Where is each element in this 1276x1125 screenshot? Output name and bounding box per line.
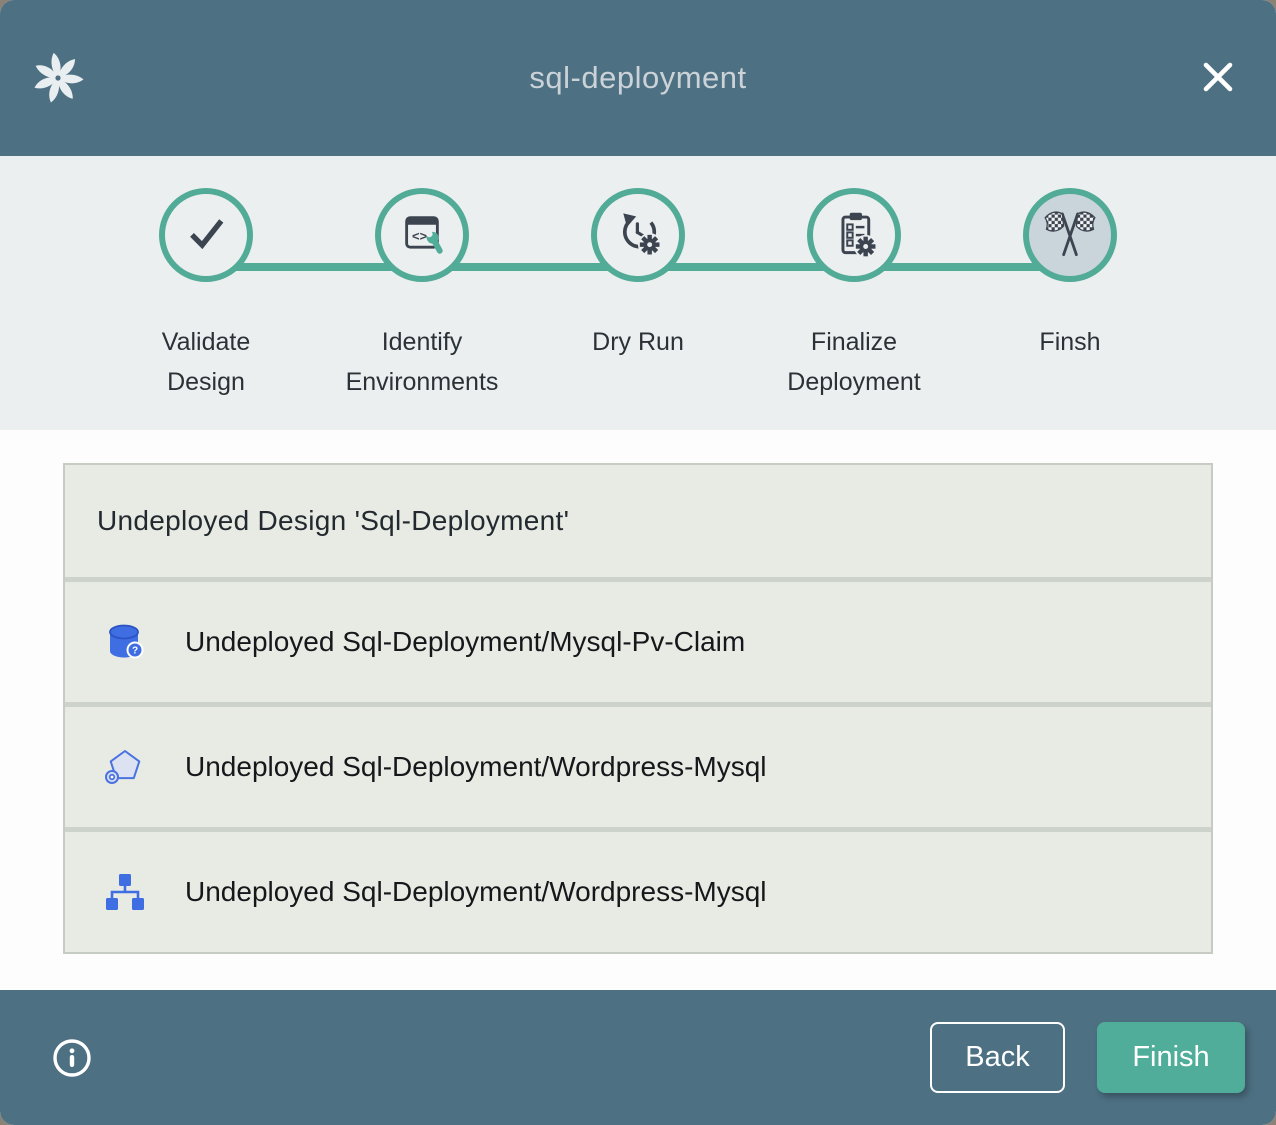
status-row-wordpress-mysql-topology: Undeployed Sql-Deployment/Wordpress-Mysq… [65, 832, 1211, 952]
status-text: Undeployed Design 'Sql-Deployment' [97, 505, 569, 537]
sql-deployment-dialog: sql-deployment [0, 0, 1276, 1125]
step-dry-run: Dry Run [530, 188, 746, 402]
dialog-header: sql-deployment [0, 0, 1276, 156]
step-circle-finish[interactable] [1023, 188, 1117, 282]
database-icon: ? [101, 619, 147, 665]
app-logo-pinwheel-icon [32, 51, 84, 105]
step-identify-environments: <> Identify Environments [314, 188, 530, 402]
hierarchy-icon [101, 869, 147, 915]
svg-text:<>: <> [412, 228, 428, 243]
step-circle-finalize-deployment[interactable] [807, 188, 901, 282]
info-button[interactable] [51, 1037, 93, 1079]
status-row-mysql-pv-claim: ? Undeployed Sql-Deployment/Mysql-Pv-Cla… [65, 582, 1211, 702]
step-label: Identify Environments [336, 322, 508, 402]
checkered-flags-icon [1042, 205, 1098, 266]
info-icon [51, 1067, 93, 1082]
status-row-design: Undeployed Design 'Sql-Deployment' [65, 465, 1211, 577]
back-button[interactable]: Back [930, 1022, 1065, 1093]
code-window-wrench-icon: <> [396, 207, 448, 264]
step-circle-dry-run[interactable] [591, 188, 685, 282]
step-label: Validate Design [120, 322, 292, 402]
wizard-stepper: Validate Design <> [0, 156, 1276, 430]
deployment-results-panel: Undeployed Design 'Sql-Deployment' ? Und… [0, 430, 1276, 990]
step-label: Dry Run [592, 322, 684, 362]
dialog-title: sql-deployment [529, 60, 746, 96]
status-text: Undeployed Sql-Deployment/Wordpress-Mysq… [185, 876, 767, 908]
status-row-wordpress-mysql-app: Undeployed Sql-Deployment/Wordpress-Mysq… [65, 707, 1211, 827]
check-icon [178, 205, 234, 266]
step-finish: Finsh [962, 188, 1178, 402]
step-circle-validate-design[interactable] [159, 188, 253, 282]
close-icon [1198, 57, 1238, 100]
close-button[interactable] [1196, 56, 1240, 100]
rerun-gear-icon [611, 206, 665, 265]
step-label: Finalize Deployment [768, 322, 940, 402]
step-circle-identify-environments[interactable]: <> [375, 188, 469, 282]
pentagon-icon [101, 744, 147, 790]
finish-button[interactable]: Finish [1097, 1022, 1245, 1093]
svg-text:?: ? [132, 646, 138, 657]
status-text: Undeployed Sql-Deployment/Wordpress-Mysq… [185, 751, 767, 783]
step-finalize-deployment: Finalize Deployment [746, 188, 962, 402]
step-validate-design: Validate Design [98, 188, 314, 402]
undeploy-status-list: Undeployed Design 'Sql-Deployment' ? Und… [63, 463, 1213, 954]
status-text: Undeployed Sql-Deployment/Mysql-Pv-Claim [185, 626, 745, 658]
dialog-footer: Back Finish [0, 990, 1276, 1125]
step-label: Finsh [1039, 322, 1100, 362]
clipboard-gear-icon [827, 206, 881, 265]
